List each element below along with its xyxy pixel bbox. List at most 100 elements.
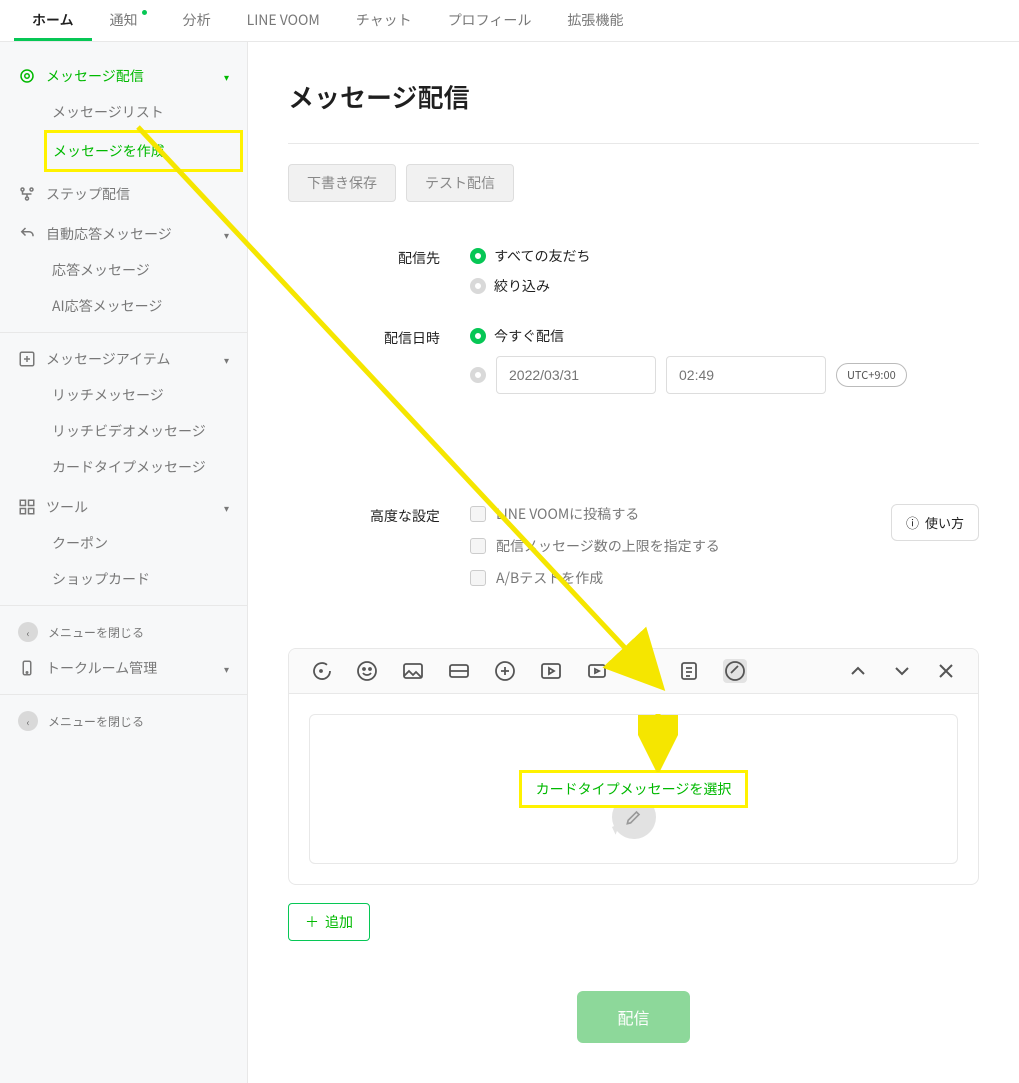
tab-notifications[interactable]: 通知 <box>92 0 165 41</box>
date-input[interactable] <box>496 356 656 394</box>
rich-video-tool-icon[interactable] <box>539 659 563 683</box>
sidebar-sub-ai-reply[interactable]: AI応答メッセージ <box>0 288 247 324</box>
checkbox-label: 配信メッセージ数の上限を指定する <box>496 536 720 556</box>
close-icon[interactable] <box>934 659 958 683</box>
sidebar-sub-message-list[interactable]: メッセージリスト <box>0 94 247 130</box>
radio-on-icon <box>470 328 486 344</box>
collapse-label: メニューを閉じる <box>48 713 144 730</box>
sidebar-sub-rich-msg[interactable]: リッチメッセージ <box>0 377 247 413</box>
tab-extensions[interactable]: 拡張機能 <box>549 0 641 41</box>
broadcast-icon <box>18 67 36 85</box>
adv-check-abtest[interactable]: A/Bテストを作成 <box>470 568 891 588</box>
test-send-button[interactable]: テスト配信 <box>406 164 514 202</box>
message-composer: カードタイプメッセージを選択 <box>288 648 979 885</box>
add-block-button[interactable]: ＋ 追加 <box>288 903 370 941</box>
page-title: メッセージ配信 <box>288 78 979 115</box>
add-label: 追加 <box>325 912 353 932</box>
step-icon <box>18 185 36 203</box>
card-type-tool-icon[interactable] <box>723 659 747 683</box>
text-tool-icon[interactable] <box>309 659 333 683</box>
sidebar-sub-coupon[interactable]: クーポン <box>0 525 247 561</box>
rich-tool-icon[interactable] <box>493 659 517 683</box>
send-button[interactable]: 配信 <box>577 991 689 1043</box>
sidebar-item-tools[interactable]: ツール ▾ <box>0 489 247 525</box>
sidebar-sub-reply-msg[interactable]: 応答メッセージ <box>0 252 247 288</box>
adv-check-voom[interactable]: LINE VOOMに投稿する <box>470 504 891 524</box>
sidebar-item-label: ツール <box>46 497 88 517</box>
adv-check-limit[interactable]: 配信メッセージ数の上限を指定する <box>470 536 891 556</box>
usage-button[interactable]: ⓘ 使い方 <box>891 504 979 541</box>
plus-icon: ＋ <box>305 912 319 932</box>
voice-tool-icon[interactable] <box>631 659 655 683</box>
sidebar: メッセージ配信 ▾ メッセージリスト メッセージを作成 ステップ配信 自動応答メ… <box>0 42 248 1083</box>
reply-icon <box>18 225 36 243</box>
divider <box>0 605 247 606</box>
checkbox-icon <box>470 570 486 586</box>
target-radio-all[interactable]: すべての友だち <box>470 246 979 266</box>
image-tool-icon[interactable] <box>401 659 425 683</box>
tab-profile[interactable]: プロフィール <box>430 0 550 41</box>
top-nav: ホーム 通知 分析 LINE VOOM チャット プロフィール 拡張機能 <box>0 0 1019 42</box>
sidebar-item-broadcast[interactable]: メッセージ配信 ▾ <box>0 58 247 94</box>
sidebar-item-message-items[interactable]: メッセージアイテム ▾ <box>0 341 247 377</box>
chevron-down-icon: ▾ <box>224 500 229 515</box>
timezone-badge: UTC+9:00 <box>836 363 907 387</box>
sidebar-item-label: トークルーム管理 <box>46 658 157 678</box>
tab-chat[interactable]: チャット <box>338 0 430 41</box>
sidebar-item-label: メッセージ配信 <box>46 66 144 86</box>
chevron-left-icon: ‹ <box>18 622 38 642</box>
checkbox-label: LINE VOOMに投稿する <box>496 504 639 524</box>
time-input[interactable] <box>666 356 826 394</box>
survey-tool-icon[interactable] <box>677 659 701 683</box>
coupon-tool-icon[interactable] <box>447 659 471 683</box>
sidebar-sub-rich-video[interactable]: リッチビデオメッセージ <box>0 413 247 449</box>
composer-toolbar <box>289 649 978 694</box>
divider <box>0 332 247 333</box>
sidebar-sub-create-message[interactable]: メッセージを作成 <box>44 130 243 172</box>
radio-label: 今すぐ配信 <box>494 326 564 346</box>
radio-label: すべての友だち <box>494 246 590 266</box>
checkbox-label: A/Bテストを作成 <box>496 568 603 588</box>
target-radio-filter[interactable]: 絞り込み <box>470 276 979 296</box>
chevron-down-icon: ▾ <box>224 661 229 676</box>
phone-icon <box>18 659 36 677</box>
emoji-tool-icon[interactable] <box>355 659 379 683</box>
tab-voom[interactable]: LINE VOOM <box>229 0 338 41</box>
divider <box>288 143 979 144</box>
divider <box>0 694 247 695</box>
tab-analytics[interactable]: 分析 <box>165 0 229 41</box>
sidebar-collapse-1[interactable]: ‹ メニューを閉じる <box>0 614 247 650</box>
checkbox-icon <box>470 538 486 554</box>
sidebar-sub-card-type[interactable]: カードタイプメッセージ <box>0 449 247 485</box>
notification-dot-icon <box>142 10 147 15</box>
info-icon: ⓘ <box>906 513 919 532</box>
sidebar-item-talkroom[interactable]: トークルーム管理 ▾ <box>0 650 247 686</box>
radio-off-icon <box>470 278 486 294</box>
schedule-radio-now[interactable]: 今すぐ配信 <box>470 326 979 346</box>
video-tool-icon[interactable] <box>585 659 609 683</box>
tab-home[interactable]: ホーム <box>14 0 92 41</box>
grid-icon <box>18 498 36 516</box>
select-card-type-link[interactable]: カードタイプメッセージを選択 <box>519 770 749 808</box>
tab-notifications-label: 通知 <box>110 10 138 30</box>
target-label: 配信先 <box>288 246 470 306</box>
sidebar-item-auto-reply[interactable]: 自動応答メッセージ ▾ <box>0 216 247 252</box>
chevron-down-icon: ▾ <box>224 352 229 367</box>
sidebar-sub-shop-card[interactable]: ショップカード <box>0 561 247 597</box>
usage-label: 使い方 <box>925 513 964 532</box>
radio-label: 絞り込み <box>494 276 550 296</box>
radio-on-icon <box>470 248 486 264</box>
sidebar-item-step[interactable]: ステップ配信 <box>0 176 247 212</box>
checkbox-icon <box>470 506 486 522</box>
chevron-left-icon: ‹ <box>18 711 38 731</box>
move-down-icon[interactable] <box>890 659 914 683</box>
sidebar-collapse-2[interactable]: ‹ メニューを閉じる <box>0 703 247 739</box>
sidebar-item-label: メッセージアイテム <box>46 349 170 369</box>
sidebar-item-label: ステップ配信 <box>46 184 130 204</box>
move-up-icon[interactable] <box>846 659 870 683</box>
schedule-label: 配信日時 <box>288 326 470 394</box>
plus-square-icon <box>18 350 36 368</box>
radio-off-icon[interactable] <box>470 367 486 383</box>
advanced-label: 高度な設定 <box>288 504 470 600</box>
save-draft-button[interactable]: 下書き保存 <box>288 164 396 202</box>
